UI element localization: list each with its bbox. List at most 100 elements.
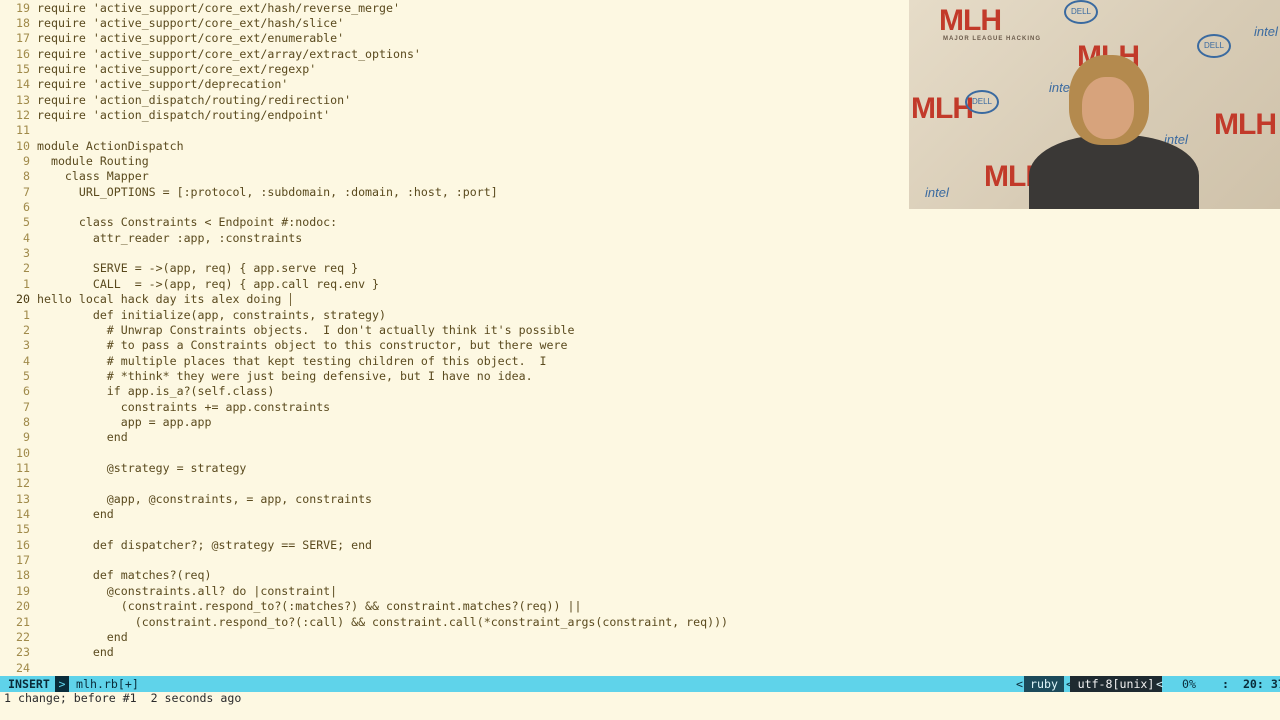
code-line[interactable]: 18 require 'active_support/core_ext/hash/…: [0, 16, 344, 31]
line-number: 12: [16, 476, 30, 491]
code-text[interactable]: (constraint.respond_to?(:matches?) && co…: [37, 599, 582, 613]
code-line-current[interactable]: 20 hello local hack day its alex doing: [0, 292, 292, 307]
code-line[interactable]: 23 end: [0, 645, 114, 660]
code-line[interactable]: 8 class Mapper: [0, 169, 149, 184]
code-text[interactable]: class Mapper: [37, 169, 149, 183]
code-text[interactable]: module ActionDispatch: [37, 139, 184, 153]
code-text[interactable]: require 'action_dispatch/routing/redirec…: [37, 93, 351, 107]
line-number: 9: [23, 430, 30, 445]
line-number: 17: [16, 31, 30, 46]
code-line[interactable]: 15 require 'active_support/core_ext/regex…: [0, 62, 316, 77]
code-text[interactable]: hello local hack day its alex doing: [37, 292, 288, 306]
code-line[interactable]: 24: [0, 661, 37, 676]
code-line[interactable]: 20 (constraint.respond_to?(:matches?) &&…: [0, 599, 581, 614]
mlh-logo: MLH: [911, 92, 974, 125]
code-line[interactable]: 2 # Unwrap Constraints objects. I don't …: [0, 323, 574, 338]
code-line[interactable]: 13 @app, @constraints, = app, constraint…: [0, 492, 372, 507]
code-line[interactable]: 3: [0, 246, 37, 261]
code-line[interactable]: 1 def initialize(app, constraints, strat…: [0, 308, 386, 323]
code-text[interactable]: require 'active_support/core_ext/enumera…: [37, 31, 344, 45]
line-number: 10: [16, 138, 30, 153]
line-number: 6: [23, 200, 30, 215]
code-line[interactable]: 8 app = app.app: [0, 415, 212, 430]
line-number: 4: [23, 230, 30, 245]
code-text[interactable]: require 'active_support/core_ext/hash/sl…: [37, 16, 344, 30]
code-text[interactable]: require 'active_support/core_ext/regexp': [37, 62, 316, 76]
code-text[interactable]: (constraint.respond_to?(:call) && constr…: [37, 615, 728, 629]
code-line[interactable]: 12: [0, 476, 37, 491]
line-number: 1: [23, 307, 30, 322]
code-line[interactable]: 22 end: [0, 630, 128, 645]
code-text[interactable]: @strategy = strategy: [37, 461, 247, 475]
code-line[interactable]: 7 URL_OPTIONS = [:protocol, :subdomain, …: [0, 185, 498, 200]
webcam-overlay: MLH MAJOR LEAGUE HACKING MLH MLH MLH MLH…: [909, 0, 1280, 209]
command-line[interactable]: 1 change; before #1 2 seconds ago: [4, 690, 241, 706]
code-text[interactable]: # multiple places that kept testing chil…: [37, 354, 547, 368]
code-text[interactable]: module Routing: [37, 154, 149, 168]
code-text[interactable]: require 'action_dispatch/routing/endpoin…: [37, 108, 330, 122]
code-text[interactable]: SERVE = ->(app, req) { app.serve req }: [37, 261, 358, 275]
code-line[interactable]: 9 module Routing: [0, 154, 149, 169]
code-line[interactable]: 9 end: [0, 430, 128, 445]
code-text[interactable]: URL_OPTIONS = [:protocol, :subdomain, :d…: [37, 185, 498, 199]
line-number: 11: [16, 123, 30, 138]
code-text[interactable]: require 'active_support/core_ext/array/e…: [37, 47, 421, 61]
code-text[interactable]: CALL = ->(app, req) { app.call req.env }: [37, 277, 379, 291]
code-line[interactable]: 11: [0, 123, 37, 138]
code-text[interactable]: require 'active_support/deprecation': [37, 77, 288, 91]
code-text[interactable]: def dispatcher?; @strategy == SERVE; end: [37, 538, 372, 552]
code-text[interactable]: # Unwrap Constraints objects. I don't ac…: [37, 323, 575, 337]
code-text[interactable]: attr_reader :app, :constraints: [37, 231, 302, 245]
code-line[interactable]: 19 require 'active_support/core_ext/hash/…: [0, 1, 400, 16]
code-text[interactable]: constraints += app.constraints: [37, 400, 330, 414]
code-line[interactable]: 17: [0, 553, 37, 568]
code-line[interactable]: 17 require 'active_support/core_ext/enume…: [0, 31, 344, 46]
line-number: 2: [23, 261, 30, 276]
code-line[interactable]: 4 attr_reader :app, :constraints: [0, 231, 302, 246]
code-line[interactable]: 3 # to pass a Constraints object to this…: [0, 338, 567, 353]
code-line[interactable]: 14 end: [0, 507, 114, 522]
code-text[interactable]: end: [37, 630, 128, 644]
line-number: 19: [16, 583, 30, 598]
code-text[interactable]: @app, @constraints, = app, constraints: [37, 492, 372, 506]
code-line[interactable]: 13 require 'action_dispatch/routing/redir…: [0, 93, 351, 108]
code-line[interactable]: 11 @strategy = strategy: [0, 461, 246, 476]
code-text[interactable]: app = app.app: [37, 415, 212, 429]
code-line[interactable]: 15: [0, 522, 37, 537]
code-line[interactable]: 7 constraints += app.constraints: [0, 400, 330, 415]
code-line[interactable]: 4 # multiple places that kept testing ch…: [0, 354, 547, 369]
code-text[interactable]: @constraints.all? do |constraint|: [37, 584, 337, 598]
file-type: ruby: [1024, 676, 1064, 692]
code-line[interactable]: 10 module ActionDispatch: [0, 139, 184, 154]
statusline-separator: <: [1016, 677, 1023, 691]
code-text[interactable]: end: [37, 645, 114, 659]
code-line[interactable]: 14 require 'active_support/deprecation': [0, 77, 288, 92]
code-text[interactable]: end: [37, 430, 128, 444]
code-line[interactable]: 19 @constraints.all? do |constraint|: [0, 584, 337, 599]
line-number: 8: [23, 414, 30, 429]
line-number: 14: [16, 77, 30, 92]
code-line[interactable]: 16 def dispatcher?; @strategy == SERVE; …: [0, 538, 372, 553]
code-line[interactable]: 5 # *think* they were just being defensi…: [0, 369, 533, 384]
code-text[interactable]: def initialize(app, constraints, strateg…: [37, 308, 386, 322]
line-number: 7: [23, 184, 30, 199]
code-text[interactable]: def matches?(req): [37, 568, 212, 582]
code-line[interactable]: 10: [0, 446, 37, 461]
line-number: 18: [16, 15, 30, 30]
code-text[interactable]: class Constraints < Endpoint #:nodoc:: [37, 215, 337, 229]
code-line[interactable]: 6 if app.is_a?(self.class): [0, 384, 274, 399]
code-line[interactable]: 2 SERVE = ->(app, req) { app.serve req }: [0, 261, 358, 276]
code-line[interactable]: 5 class Constraints < Endpoint #:nodoc:: [0, 215, 337, 230]
code-line[interactable]: 18 def matches?(req): [0, 568, 212, 583]
code-text[interactable]: # to pass a Constraints object to this c…: [37, 338, 568, 352]
code-line[interactable]: 6: [0, 200, 37, 215]
text-cursor: [290, 293, 292, 307]
code-line[interactable]: 12 require 'action_dispatch/routing/endpo…: [0, 108, 330, 123]
code-line[interactable]: 16 require 'active_support/core_ext/array…: [0, 47, 421, 62]
code-text[interactable]: # *think* they were just being defensive…: [37, 369, 533, 383]
code-text[interactable]: require 'active_support/core_ext/hash/re…: [37, 1, 400, 15]
code-text[interactable]: if app.is_a?(self.class): [37, 384, 275, 398]
code-text[interactable]: end: [37, 507, 114, 521]
code-line[interactable]: 21 (constraint.respond_to?(:call) && con…: [0, 615, 728, 630]
code-line[interactable]: 1 CALL = ->(app, req) { app.call req.env…: [0, 277, 379, 292]
